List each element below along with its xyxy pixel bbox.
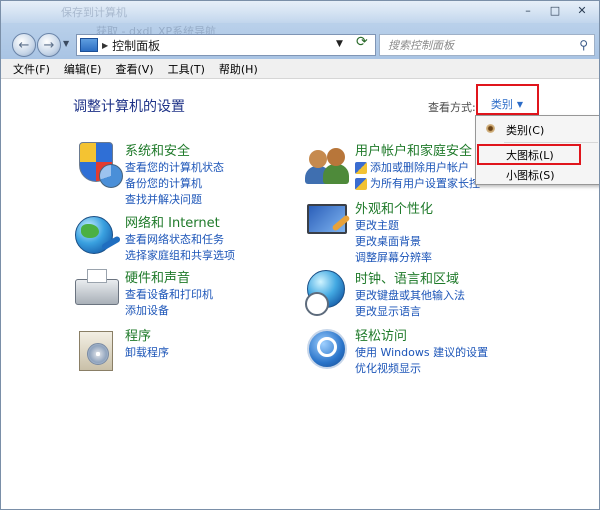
programs-box-icon xyxy=(73,325,123,375)
printer-icon xyxy=(73,267,123,317)
network-globe-icon xyxy=(73,212,123,262)
menu-tools[interactable]: 工具(T) xyxy=(168,61,205,77)
menu-item-label: 类别(C) xyxy=(506,124,545,137)
category-link[interactable]: 查找并解决问题 xyxy=(125,193,224,207)
radio-selected-icon xyxy=(486,124,495,133)
category-user-accounts: 用户帐户和家庭安全 添加或删除用户帐户 为所有用户设置家长控 xyxy=(303,140,480,191)
category-title[interactable]: 网络和 Internet xyxy=(125,212,235,231)
category-network-internet: 网络和 Internet 查看网络状态和任务 选择家庭组和共享选项 xyxy=(73,212,235,263)
menu-item-small-icons[interactable]: 小图标(S) xyxy=(476,165,599,185)
category-link[interactable]: 更改显示语言 xyxy=(355,305,465,319)
category-link[interactable]: 添加或删除用户帐户 xyxy=(355,161,480,175)
menu-bar: 文件(F) 编辑(E) 查看(V) 工具(T) 帮助(H) xyxy=(1,59,599,79)
category-ease-of-access: 轻松访问 使用 Windows 建议的设置 优化视频显示 xyxy=(303,325,488,376)
category-link[interactable]: 更改键盘或其他输入法 xyxy=(355,289,465,303)
category-link[interactable]: 更改主题 xyxy=(355,219,433,233)
category-system-security: 系统和安全 查看您的计算机状态 备份您的计算机 查找并解决问题 xyxy=(73,140,224,207)
recent-pages-chevron-down-icon[interactable]: ▼ xyxy=(63,39,69,48)
menu-separator xyxy=(504,142,598,143)
category-link[interactable]: 更改桌面背景 xyxy=(355,235,433,249)
category-link[interactable]: 选择家庭组和共享选项 xyxy=(125,249,235,263)
category-title[interactable]: 硬件和声音 xyxy=(125,267,213,286)
refresh-icon[interactable]: ⟳ xyxy=(356,34,368,50)
category-hardware-sound: 硬件和声音 查看设备和打印机 添加设备 xyxy=(73,267,213,318)
breadcrumb-control-panel[interactable]: 控制面板 xyxy=(112,37,160,54)
category-title[interactable]: 程序 xyxy=(125,325,169,344)
forward-button[interactable]: → xyxy=(37,33,61,57)
background-window-title: 保存到计算机 xyxy=(61,6,127,19)
maximize-button[interactable]: □ xyxy=(542,1,568,19)
system-security-icon xyxy=(73,140,123,190)
search-input[interactable]: 搜索控制面板 xyxy=(388,37,579,53)
link-text: 为所有用户设置家长控 xyxy=(370,177,480,190)
search-icon[interactable]: ⚲ xyxy=(579,38,588,52)
breadcrumb-separator-icon: ▶ xyxy=(102,40,109,50)
category-title[interactable]: 外观和个性化 xyxy=(355,198,433,217)
address-history-chevron-down-icon[interactable]: ▼ xyxy=(336,39,343,49)
menu-help[interactable]: 帮助(H) xyxy=(219,61,258,77)
category-link[interactable]: 添加设备 xyxy=(125,304,213,318)
window-controls: – □ ✕ xyxy=(515,1,595,19)
category-link[interactable]: 优化视频显示 xyxy=(355,362,488,376)
clock-globe-icon xyxy=(303,268,353,318)
highlight-annotation-large-icons xyxy=(477,144,581,165)
link-text: 添加或删除用户帐户 xyxy=(370,161,469,174)
uac-shield-icon xyxy=(355,162,367,174)
ease-of-access-icon xyxy=(303,325,353,375)
category-link[interactable]: 为所有用户设置家长控 xyxy=(355,177,480,191)
address-bar[interactable]: ▶ 控制面板 xyxy=(76,34,376,56)
control-panel-icon xyxy=(80,38,98,52)
category-title[interactable]: 用户帐户和家庭安全 xyxy=(355,140,480,159)
category-title[interactable]: 轻松访问 xyxy=(355,325,488,344)
category-link[interactable]: 查看设备和打印机 xyxy=(125,288,213,302)
control-panel-window: 保存到计算机 获取 - dxdl_XP系统导航 – □ ✕ ← → ▼ ▶ 控制… xyxy=(0,0,600,510)
menu-item-label: 小图标(S) xyxy=(506,169,555,182)
back-arrow-icon: ← xyxy=(18,37,30,53)
forward-arrow-icon: → xyxy=(43,37,55,53)
page-title: 调整计算机的设置 xyxy=(73,99,185,115)
close-button[interactable]: ✕ xyxy=(569,1,595,19)
highlight-annotation-view-by xyxy=(476,84,539,115)
minimize-button[interactable]: – xyxy=(515,1,541,19)
menu-file[interactable]: 文件(F) xyxy=(13,61,50,77)
menu-item-category[interactable]: 类别(C) xyxy=(476,120,599,140)
category-link[interactable]: 查看网络状态和任务 xyxy=(125,233,235,247)
category-link[interactable]: 备份您的计算机 xyxy=(125,177,224,191)
window-chrome: 保存到计算机 获取 - dxdl_XP系统导航 – □ ✕ ← → ▼ ▶ 控制… xyxy=(1,1,599,59)
category-link[interactable]: 查看您的计算机状态 xyxy=(125,161,224,175)
search-box[interactable]: 搜索控制面板 ⚲ xyxy=(379,34,595,56)
category-link[interactable]: 使用 Windows 建议的设置 xyxy=(355,346,488,360)
category-title[interactable]: 时钟、语言和区域 xyxy=(355,268,465,287)
users-icon xyxy=(303,140,353,190)
back-button[interactable]: ← xyxy=(12,33,36,57)
category-title[interactable]: 系统和安全 xyxy=(125,140,224,159)
menu-view[interactable]: 查看(V) xyxy=(115,61,153,77)
view-by-label: 查看方式: xyxy=(428,101,476,114)
category-clock-language-region: 时钟、语言和区域 更改键盘或其他输入法 更改显示语言 xyxy=(303,268,465,319)
category-programs: 程序 卸载程序 xyxy=(73,325,169,375)
menu-edit[interactable]: 编辑(E) xyxy=(64,61,102,77)
category-appearance: 外观和个性化 更改主题 更改桌面背景 调整屏幕分辨率 xyxy=(303,198,433,265)
uac-shield-icon xyxy=(355,178,367,190)
appearance-monitor-icon xyxy=(303,198,353,248)
category-link[interactable]: 卸载程序 xyxy=(125,346,169,360)
category-link[interactable]: 调整屏幕分辨率 xyxy=(355,251,433,265)
